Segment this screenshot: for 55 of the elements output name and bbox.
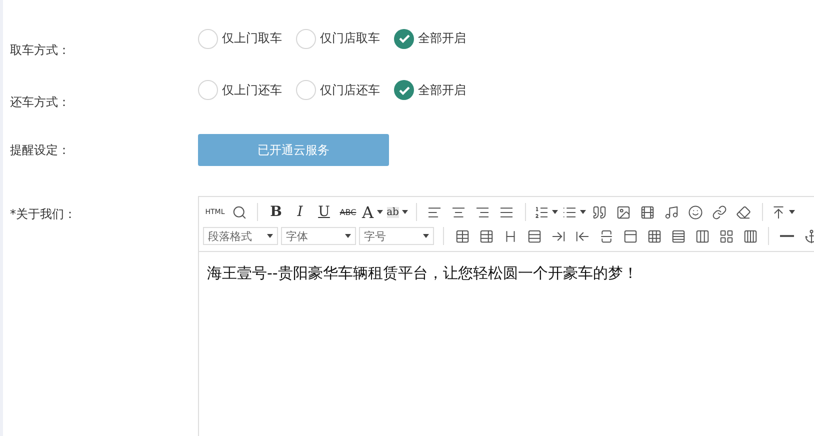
- radio-label: 全部开启: [418, 82, 466, 99]
- editor-text: 海王壹号--贵阳豪华车辆租赁平台，让您轻松圆一个开豪车的梦！: [206, 263, 639, 284]
- radio-label: 全部开启: [418, 30, 466, 48]
- format-button[interactable]: ab: [384, 202, 410, 222]
- eraser-icon: [736, 204, 752, 220]
- format-dropdown[interactable]: 字体: [281, 227, 356, 245]
- radio-option[interactable]: 全部开启: [394, 80, 466, 100]
- format-dropdown[interactable]: 段落格式: [203, 227, 278, 245]
- radio-button[interactable]: [296, 80, 316, 100]
- format-button[interactable]: B: [264, 202, 288, 222]
- radio-button[interactable]: [296, 28, 316, 49]
- radio-option[interactable]: 仅门店取车: [296, 28, 380, 49]
- preview-icon: [232, 204, 246, 220]
- justify-icon: [499, 204, 514, 220]
- field-label: *关于我们：: [9, 206, 77, 223]
- field-label: 取车方式：: [9, 42, 71, 60]
- format-button[interactable]: ABC: [336, 202, 360, 222]
- radio-button[interactable]: [394, 28, 414, 49]
- field-label: 还车方式：: [9, 94, 71, 111]
- radio-option[interactable]: 仅上门还车: [198, 80, 282, 100]
- field-label: 提醒设定：: [9, 142, 71, 159]
- image-icon: [616, 204, 632, 220]
- align-left-icon: [427, 204, 442, 220]
- radio-option[interactable]: 全部开启: [394, 28, 466, 49]
- smiley-icon: [688, 204, 704, 220]
- link-icon: [712, 204, 728, 220]
- format-button[interactable]: U: [312, 202, 336, 222]
- table-grid-icon: [646, 228, 662, 244]
- format-dropdown[interactable]: 字号: [359, 227, 434, 245]
- cell-grid-icon: [718, 228, 734, 244]
- format-button[interactable]: A: [360, 202, 385, 222]
- check-icon: [398, 34, 410, 44]
- align-right-icon: [475, 204, 490, 220]
- format-button[interactable]: I: [288, 202, 312, 222]
- numbered-list-icon: [534, 204, 549, 220]
- table-icon: [454, 228, 470, 244]
- quote-icon: [592, 204, 608, 220]
- insert-row-icon: [526, 228, 542, 244]
- columns-icon: [742, 228, 758, 244]
- radio-option[interactable]: 仅门店还车: [296, 80, 380, 100]
- radio-button[interactable]: [198, 28, 218, 49]
- film-icon: [640, 204, 656, 220]
- radio-label: 仅门店取车: [320, 30, 380, 48]
- music-icon: [664, 204, 680, 220]
- anchor-icon: [804, 228, 814, 244]
- bullet-list-icon: [562, 204, 577, 220]
- align-center-icon: [451, 204, 466, 220]
- check-icon: [398, 86, 410, 95]
- radio-label: 仅上门取车: [222, 30, 282, 48]
- radio-label: 仅门店还车: [320, 82, 380, 99]
- radio-option[interactable]: 仅上门取车: [198, 28, 282, 49]
- radio-button[interactable]: [394, 80, 414, 100]
- horizontal-line-icon: [780, 235, 794, 237]
- radio-label: 仅上门还车: [222, 82, 282, 99]
- radio-button[interactable]: [198, 80, 218, 100]
